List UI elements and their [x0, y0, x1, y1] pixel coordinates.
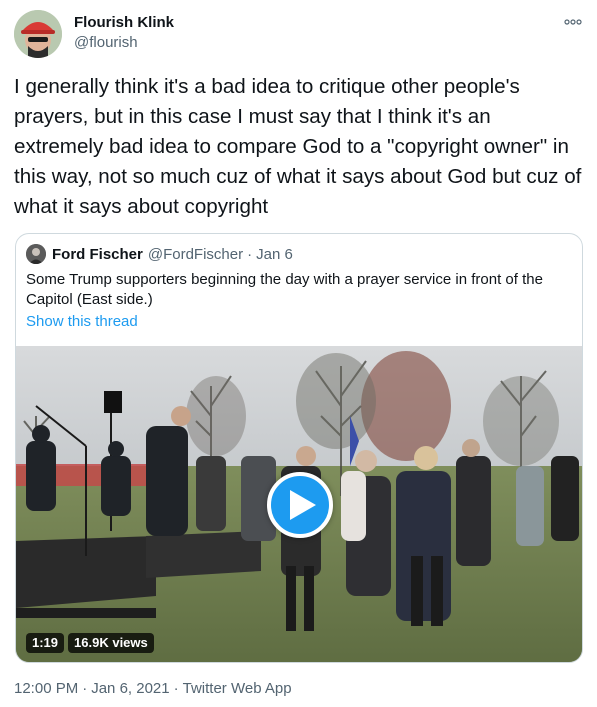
- tweet-footer: 12:00 PM · Jan 6, 2021 · Twitter Web App: [14, 680, 292, 697]
- separator-dot: ·: [247, 245, 253, 263]
- quoted-tweet-card[interactable]: Ford Fischer @FordFischer · Jan 6 Some T…: [15, 233, 583, 663]
- quoted-author-avatar: [26, 244, 46, 264]
- more-options-button[interactable]: [562, 14, 584, 30]
- quoted-author-handle: @FordFischer: [147, 245, 244, 263]
- video-meta: 1:19 16.9K views: [26, 633, 154, 653]
- play-icon: [289, 490, 316, 520]
- tweet-text: I generally think it's a bad idea to cri…: [14, 75, 582, 218]
- avatar-red-cap-icon: [14, 10, 62, 58]
- author-handle[interactable]: @flourish: [74, 34, 138, 51]
- avatar-photo-icon: [26, 244, 46, 264]
- show-thread-link[interactable]: Show this thread: [26, 313, 138, 330]
- separator-dot: ·: [173, 680, 179, 697]
- play-button[interactable]: [267, 472, 333, 538]
- more-dots-icon: [564, 19, 582, 25]
- quoted-tweet-date: Jan 6: [256, 245, 293, 263]
- tweet-date[interactable]: Jan 6, 2021: [91, 680, 169, 697]
- tweet-source[interactable]: Twitter Web App: [183, 680, 292, 697]
- separator-dot: ·: [82, 680, 88, 697]
- quoted-tweet-header: Ford Fischer @FordFischer · Jan 6: [26, 244, 293, 264]
- tweet-time[interactable]: 12:00 PM: [14, 680, 78, 697]
- author-name[interactable]: Flourish Klink: [74, 14, 174, 31]
- video-view-count: 16.9K views: [68, 633, 154, 653]
- video-duration: 1:19: [26, 633, 65, 653]
- video-player[interactable]: 1:19 16.9K views: [16, 346, 582, 662]
- tweet-header: Flourish Klink @flourish: [14, 10, 584, 60]
- quoted-author-name: Ford Fischer: [52, 245, 143, 263]
- quoted-tweet-text: Some Trump supporters beginning the day …: [26, 271, 543, 308]
- author-avatar[interactable]: [14, 10, 62, 58]
